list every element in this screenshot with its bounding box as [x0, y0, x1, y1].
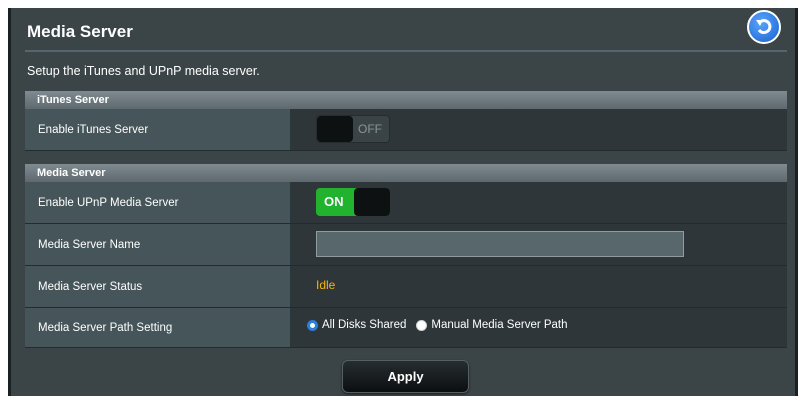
itunes-toggle-knob [317, 116, 353, 142]
path-radio-group: All Disks Shared Manual Media Server Pat… [307, 319, 578, 331]
radio-manual-path[interactable] [416, 319, 428, 331]
itunes-toggle-state: OFF [358, 122, 382, 136]
itunes-section-header: iTunes Server [25, 91, 787, 109]
page-title: Media Server [27, 22, 133, 41]
server-name-input[interactable] [316, 231, 684, 257]
title-divider [25, 50, 787, 52]
back-arrow-icon[interactable] [747, 10, 781, 44]
upnp-enable-row: Enable UPnP Media Server ON [25, 182, 787, 224]
server-status-label: Media Server Status [25, 266, 290, 307]
media-server-panel: Media Server Setup the iTunes and UPnP m… [8, 8, 798, 396]
upnp-enable-label: Enable UPnP Media Server [25, 182, 290, 223]
radio-manual-path-label[interactable]: Manual Media Server Path [431, 319, 567, 331]
media-section-header: Media Server [25, 164, 787, 182]
radio-all-disks[interactable] [307, 319, 318, 331]
server-name-label: Media Server Name [25, 224, 290, 265]
page-description: Setup the iTunes and UPnP media server. [27, 64, 260, 78]
path-setting-label: Media Server Path Setting [25, 308, 290, 347]
itunes-enable-label: Enable iTunes Server [25, 109, 290, 150]
server-status-row: Media Server Status Idle [25, 266, 787, 308]
radio-all-disks-label[interactable]: All Disks Shared [322, 319, 406, 331]
server-name-row: Media Server Name [25, 224, 787, 266]
upnp-toggle-state: ON [324, 194, 344, 209]
path-setting-row: Media Server Path Setting All Disks Shar… [25, 308, 787, 348]
itunes-toggle[interactable]: OFF [316, 115, 390, 143]
upnp-toggle-knob [354, 188, 390, 216]
server-status-value: Idle [316, 278, 336, 292]
itunes-enable-row: Enable iTunes Server OFF [25, 109, 787, 151]
apply-button[interactable]: Apply [342, 360, 469, 393]
upnp-toggle[interactable]: ON [316, 188, 390, 216]
